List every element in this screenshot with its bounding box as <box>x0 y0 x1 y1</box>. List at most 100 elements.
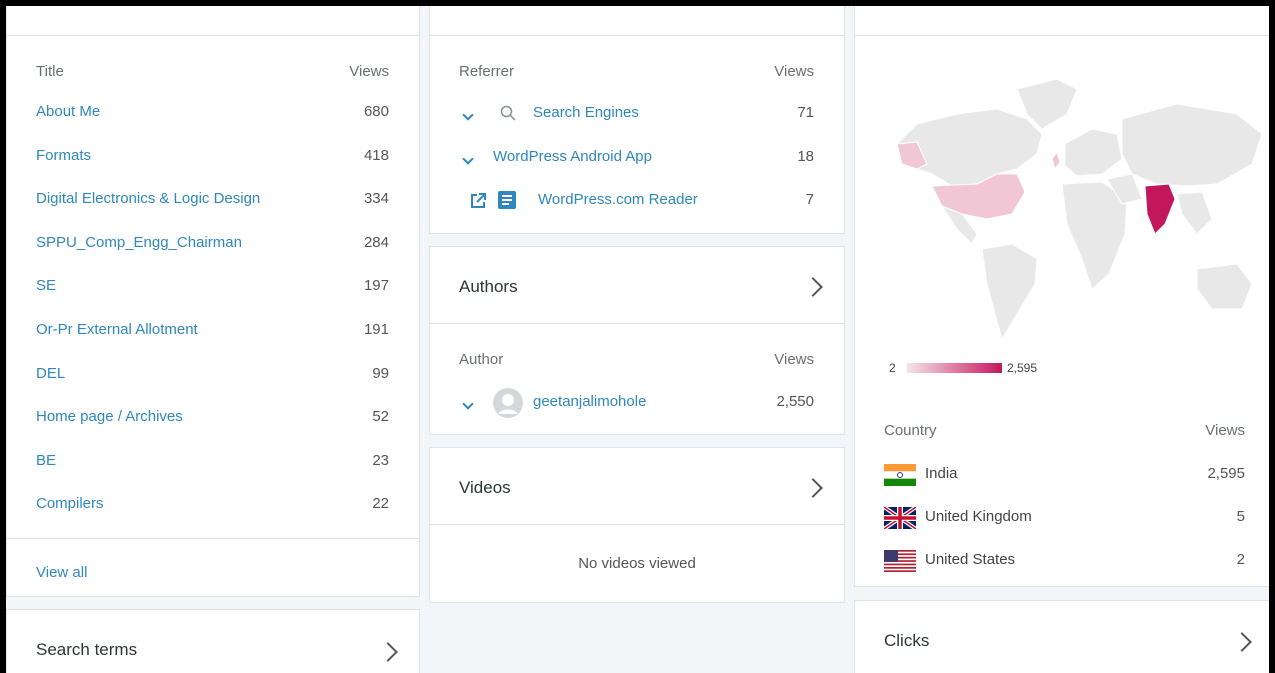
screenshot-frame: Title Views About Me 680 Formats 418 Digital… <box>0 0 1275 673</box>
videos-card: Videos No videos viewed <box>429 447 845 603</box>
author-row[interactable]: geetanjalimohole 2,550 <box>430 388 844 418</box>
india-flag-icon <box>884 464 916 486</box>
map-region-united-kingdom <box>1051 150 1061 171</box>
countries-card: 2 2,595 Country Views India 2,595 United… <box>854 6 1269 587</box>
search-icon <box>500 105 516 121</box>
map-region-southeast-asia <box>1176 191 1213 235</box>
search-terms-title: Search terms <box>36 640 138 659</box>
post-title-link[interactable]: Or-Pr External Allotment <box>36 316 198 344</box>
referrer-row[interactable]: WordPress Android App 18 <box>430 143 844 171</box>
referrer-label[interactable]: WordPress Android App <box>493 143 652 171</box>
posts-views-header: Views <box>349 63 389 80</box>
post-views: 284 <box>363 233 389 251</box>
view-all-link[interactable]: View all <box>36 564 87 581</box>
country-views: 2 <box>1236 551 1245 568</box>
post-row[interactable]: About Me 680 <box>7 98 419 126</box>
map-region-south-america <box>981 243 1038 341</box>
chevron-down-icon[interactable] <box>462 394 486 422</box>
country-row: United Kingdom 5 <box>855 503 1269 531</box>
posts-title-header: Title <box>36 63 64 80</box>
post-title-link[interactable]: Formats <box>36 142 91 170</box>
map-region-africa <box>1061 181 1128 290</box>
post-title-link[interactable]: SPPU_Comp_Engg_Chairman <box>36 229 242 257</box>
clicks-card[interactable]: Clicks <box>854 600 1269 673</box>
post-title-link[interactable]: Digital Electronics & Logic Design <box>36 185 260 213</box>
map-region-india <box>1144 183 1176 235</box>
referrer-views: 18 <box>797 148 814 165</box>
post-row[interactable]: Home page / Archives 52 <box>7 403 419 431</box>
post-row[interactable]: DEL 99 <box>7 360 419 388</box>
map-region-australia <box>1196 263 1253 310</box>
chevron-down-icon[interactable] <box>462 105 486 133</box>
legend-max: 2,595 <box>1007 361 1038 375</box>
post-views: 52 <box>372 408 389 426</box>
post-views: 197 <box>363 277 389 295</box>
post-views: 418 <box>363 146 389 164</box>
referrer-header: Referrer <box>459 63 515 80</box>
referrer-label[interactable]: Search Engines <box>533 99 639 127</box>
authors-card: Authors Author Views geetanjalimohole 2,… <box>429 246 845 435</box>
chevron-right-icon[interactable] <box>1232 632 1252 652</box>
legend-min: 2 <box>889 361 896 375</box>
authors-toggle[interactable]: Authors <box>430 247 844 317</box>
country-views: 2,595 <box>1207 465 1245 482</box>
post-title-link[interactable]: About Me <box>36 98 100 126</box>
referrers-card: Referrer Views Search Engines 71 WordPre… <box>429 6 845 234</box>
avatar <box>493 388 523 418</box>
authors-title: Authors <box>459 277 518 296</box>
map-region-asia <box>1121 103 1263 187</box>
chevron-right-icon[interactable] <box>378 642 398 662</box>
chevron-right-icon[interactable] <box>803 277 823 297</box>
referrer-row[interactable]: WordPress.com Reader 7 <box>430 186 844 214</box>
frame-right-border <box>1269 0 1275 673</box>
posts-card: Title Views About Me 680 Formats 418 Digital… <box>6 6 420 597</box>
videos-toggle[interactable]: Videos <box>430 448 844 518</box>
referrer-views: 71 <box>797 104 814 121</box>
post-title-link[interactable]: SE <box>36 272 56 300</box>
post-views: 99 <box>372 364 389 382</box>
country-views: 5 <box>1236 508 1245 525</box>
referrer-label[interactable]: WordPress.com Reader <box>538 186 698 214</box>
author-name[interactable]: geetanjalimohole <box>533 388 646 416</box>
country-views-header: Views <box>1205 422 1245 439</box>
author-views-header: Views <box>774 351 814 368</box>
country-name: United Kingdom <box>925 508 1032 525</box>
country-header: Country <box>884 422 937 439</box>
chevron-down-icon[interactable] <box>462 149 486 177</box>
post-views: 191 <box>363 321 389 338</box>
post-row[interactable]: BE 23 <box>7 447 419 475</box>
post-row[interactable]: Digital Electronics & Logic Design 334 <box>7 185 419 213</box>
referrer-views-header: Views <box>774 63 814 80</box>
country-row: India 2,595 <box>855 460 1269 488</box>
country-row: United States 2 <box>855 546 1269 574</box>
uk-flag-icon <box>884 507 916 529</box>
post-row[interactable]: Compilers 22 <box>7 490 419 518</box>
no-videos-message: No videos viewed <box>578 555 696 572</box>
post-title-link[interactable]: DEL <box>36 360 65 388</box>
post-row[interactable]: SPPU_Comp_Engg_Chairman 284 <box>7 229 419 257</box>
videos-title: Videos <box>459 478 511 497</box>
frame-left-border <box>0 0 6 673</box>
legend-gradient <box>907 363 1002 373</box>
country-name: United States <box>925 551 1016 568</box>
clicks-title: Clicks <box>884 631 930 650</box>
post-title-link[interactable]: BE <box>36 447 56 475</box>
world-map <box>896 78 1263 341</box>
post-title-link[interactable]: Compilers <box>36 490 104 518</box>
post-views: 680 <box>363 103 389 120</box>
external-link-icon[interactable] <box>470 193 486 209</box>
stats-page: Title Views About Me 680 Formats 418 Digital… <box>6 6 1269 673</box>
post-row[interactable]: SE 197 <box>7 272 419 300</box>
post-row[interactable]: Or-Pr External Allotment 191 <box>7 316 419 344</box>
post-title-link[interactable]: Home page / Archives <box>36 403 183 431</box>
post-row[interactable]: Formats 418 <box>7 142 419 170</box>
reader-icon <box>498 191 516 209</box>
author-header: Author <box>459 351 504 368</box>
search-terms-card[interactable]: Search terms <box>6 609 420 673</box>
map-region-europe <box>1064 128 1123 177</box>
frame-top-border <box>0 0 1275 6</box>
post-views: 23 <box>372 451 389 469</box>
author-views: 2,550 <box>776 393 814 410</box>
referrer-row[interactable]: Search Engines 71 <box>430 99 844 127</box>
chevron-right-icon[interactable] <box>803 478 823 498</box>
